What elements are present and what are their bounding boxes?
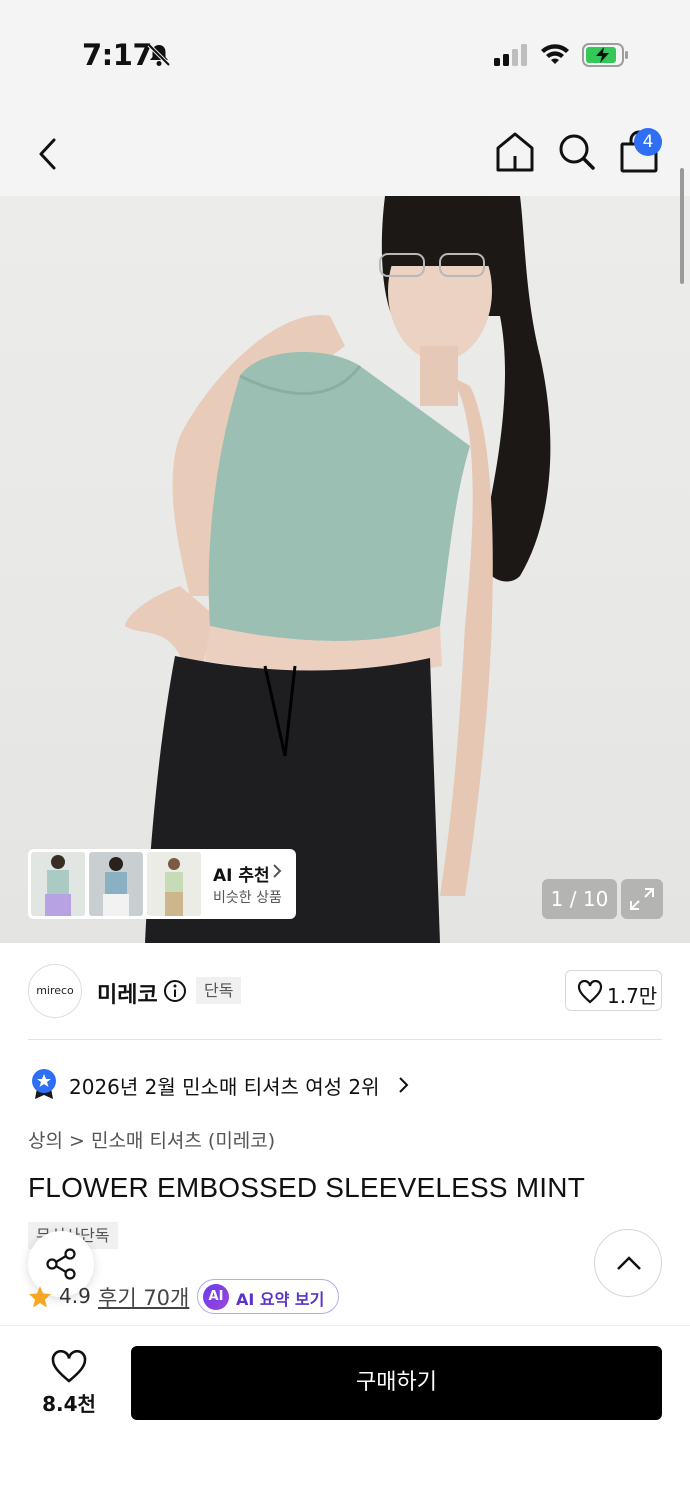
recommend-thumbnail[interactable] [31, 852, 85, 916]
brand-name[interactable]: 미레코 [97, 977, 158, 1009]
page-scrollbar[interactable] [680, 168, 684, 284]
scroll-to-top-button[interactable] [594, 1229, 662, 1297]
exclusive-tag: 단독 [196, 977, 242, 1004]
brand-like-count: 1.7만 [607, 984, 658, 1008]
cart-count-badge: 4 [634, 128, 662, 156]
status-time: 7:17 [82, 38, 153, 72]
recommend-thumbnail[interactable] [89, 852, 143, 916]
wifi-icon [541, 44, 569, 64]
ai-summary-button[interactable]: AI AI 요약 보기 [197, 1279, 339, 1314]
category-breadcrumb[interactable]: 상의 > 민소매 티셔츠 (미레코) [28, 1126, 275, 1153]
image-counter: 1 / 10 [542, 879, 617, 919]
info-icon[interactable] [163, 979, 187, 1003]
chevron-right-icon [399, 1077, 409, 1093]
status-bar: 7:17 [0, 0, 690, 110]
chevron-right-icon [273, 864, 282, 878]
brand-like-button[interactable]: 1.7만 [565, 970, 662, 1011]
product-title: FLOWER EMBOSSED SLEEVELESS MINT [28, 1172, 585, 1203]
ai-badge-icon: AI [203, 1284, 229, 1310]
back-arrow-icon[interactable] [34, 134, 64, 174]
home-icon[interactable] [494, 130, 536, 174]
chevron-up-icon [617, 1256, 641, 1270]
top-navigation [0, 110, 690, 196]
cellular-signal-icon [494, 44, 527, 66]
star-icon [29, 1286, 51, 1308]
buy-button[interactable]: 구매하기 [131, 1346, 662, 1420]
ranking-text[interactable]: 2026년 2월 민소매 티셔츠 여성 2위 [69, 1071, 380, 1100]
ai-recommend-title: AI 추천 [213, 866, 270, 886]
ai-recommend-subtitle: 비슷한 상품 [213, 890, 282, 906]
ai-summary-label: AI 요약 보기 [236, 1290, 325, 1309]
recommend-thumbnail[interactable] [147, 852, 201, 916]
rating-value: 4.9 [59, 1284, 91, 1308]
search-icon[interactable] [556, 130, 598, 174]
review-link[interactable]: 후기 70개 [98, 1282, 189, 1312]
ai-recommend-panel[interactable]: AI 추천 비슷한 상품 [28, 849, 296, 919]
battery-charging-icon [582, 43, 628, 67]
divider [28, 1039, 662, 1040]
bell-off-icon [147, 43, 171, 67]
heart-icon [51, 1350, 87, 1383]
wishlist-button[interactable]: 8.4천 [30, 1348, 108, 1418]
wishlist-count: 8.4천 [42, 1392, 96, 1416]
expand-image-button[interactable] [621, 879, 663, 919]
model-photo [125, 196, 551, 943]
product-image[interactable] [0, 196, 690, 943]
heart-icon [577, 980, 603, 1004]
share-icon [46, 1248, 76, 1280]
expand-icon [630, 888, 654, 910]
ranking-medal-icon [32, 1069, 56, 1099]
brand-logo[interactable]: mireco [28, 964, 82, 1018]
